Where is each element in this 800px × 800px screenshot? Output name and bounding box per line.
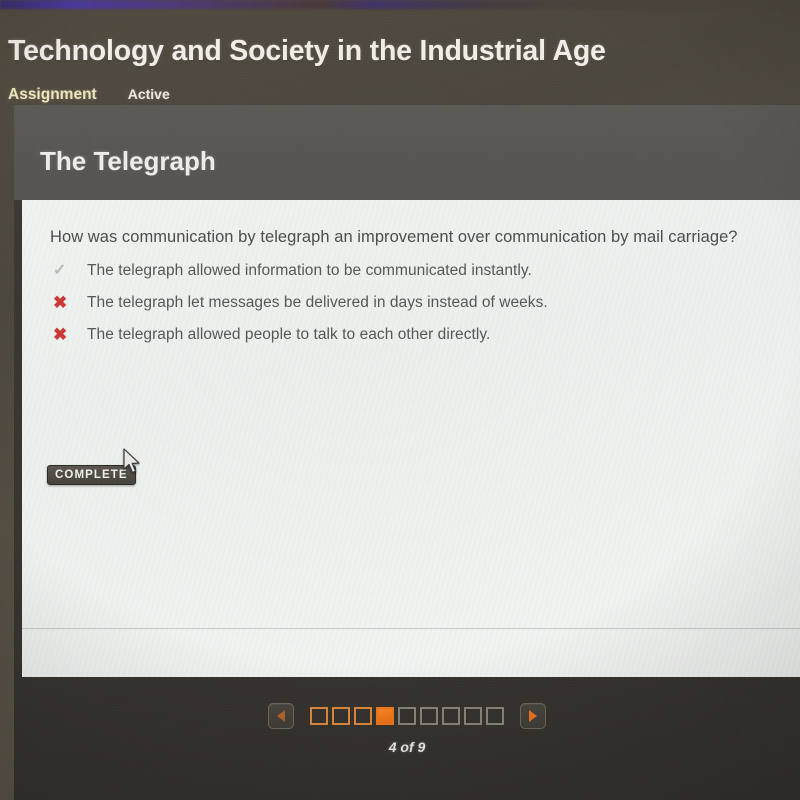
mouse-cursor-icon	[123, 448, 140, 474]
page-step-list	[310, 707, 504, 725]
course-header: Technology and Society in the Industrial…	[0, 8, 800, 105]
question-prompt: How was communication by telegraph an im…	[50, 228, 738, 246]
page-step-5[interactable]	[398, 707, 416, 725]
cross-icon: ✖	[53, 325, 68, 344]
check-icon: ✓	[53, 262, 67, 279]
assignment-type-label: Assignment	[8, 86, 97, 103]
lesson-navigation: 4 of 9	[14, 677, 800, 800]
answer-choice[interactable]: ✓ The telegraph allowed information to b…	[50, 260, 770, 292]
page-step-8[interactable]	[464, 707, 482, 725]
page-step-9[interactable]	[486, 707, 504, 725]
page-step-3[interactable]	[354, 707, 372, 725]
page-step-6[interactable]	[420, 707, 438, 725]
answer-choice[interactable]: ✖ The telegraph allowed people to talk t…	[50, 324, 770, 356]
cross-icon: ✖	[53, 293, 68, 312]
assignment-status-label: Active	[127, 86, 170, 102]
page-step-2[interactable]	[332, 707, 350, 725]
answer-choice-list: ✓ The telegraph allowed information to b…	[50, 260, 770, 356]
lesson-frame: The Telegraph How was communication by t…	[14, 105, 800, 800]
question-panel: How was communication by telegraph an im…	[22, 200, 800, 677]
page-title: Technology and Society in the Industrial…	[8, 35, 606, 67]
pagination-cluster	[268, 703, 546, 729]
answer-choice[interactable]: ✖ The telegraph let messages be delivere…	[50, 292, 770, 324]
page-counter: 4 of 9	[388, 739, 426, 755]
page-step-1[interactable]	[310, 707, 328, 725]
previous-page-button[interactable]	[268, 703, 294, 729]
lesson-header: The Telegraph	[14, 105, 800, 200]
page-step-7[interactable]	[442, 707, 460, 725]
triangle-left-icon	[277, 710, 285, 722]
lesson-title: The Telegraph	[40, 146, 216, 176]
answer-choice-label: The telegraph allowed information to be …	[87, 262, 532, 279]
answer-choice-label: The telegraph allowed people to talk to …	[87, 326, 491, 343]
panel-divider	[22, 628, 800, 629]
triangle-right-icon	[529, 710, 537, 722]
screenshot-root: Technology and Society in the Industrial…	[0, 0, 800, 800]
next-page-button[interactable]	[520, 703, 546, 729]
page-step-4-current[interactable]	[376, 707, 394, 725]
assignment-meta-row: Assignment Active	[8, 86, 170, 104]
answer-choice-label: The telegraph let messages be delivered …	[87, 294, 548, 311]
